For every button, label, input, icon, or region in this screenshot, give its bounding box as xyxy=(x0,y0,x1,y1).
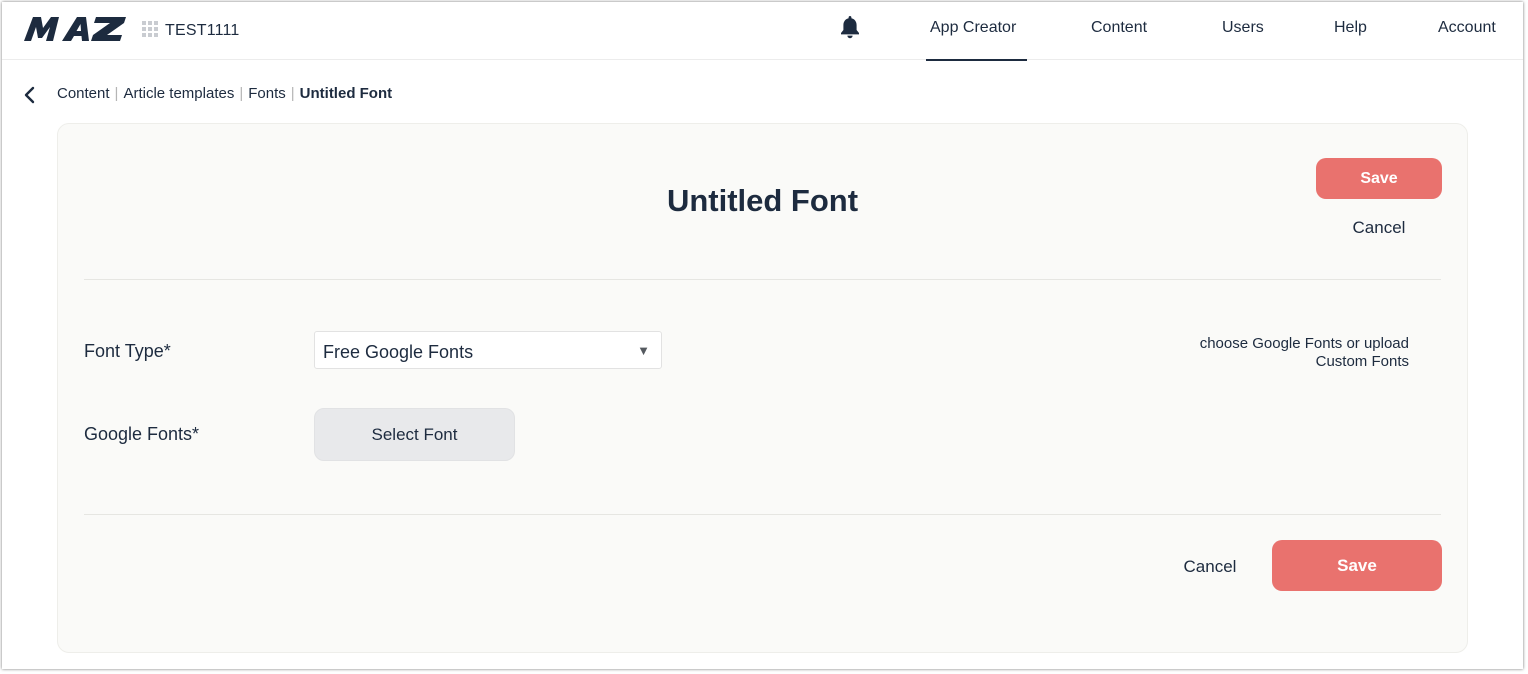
maz-logo[interactable] xyxy=(22,14,128,42)
nav-active-indicator xyxy=(926,59,1027,61)
font-type-label: Font Type* xyxy=(84,341,171,361)
grid-icon[interactable] xyxy=(142,21,158,37)
nav-content[interactable]: Content xyxy=(1091,19,1147,37)
breadcrumb-separator: | xyxy=(290,85,295,102)
save-button-bottom[interactable]: Save xyxy=(1272,540,1442,591)
divider xyxy=(84,514,1441,515)
breadcrumb-separator: | xyxy=(239,85,244,102)
font-editor-card: Untitled Font Save Cancel Font Type* Fre… xyxy=(57,123,1468,653)
breadcrumb-separator: | xyxy=(114,85,119,102)
breadcrumb: Content | Article templates | Fonts | Untitled… xyxy=(57,85,392,102)
select-font-button[interactable]: Select Font xyxy=(314,408,515,461)
dropdown-arrow-icon: ▼ xyxy=(637,343,650,358)
top-navigation-bar: TEST1111 App Creator Content Users Help … xyxy=(2,2,1523,61)
cancel-button-bottom[interactable]: Cancel xyxy=(1158,554,1262,580)
chevron-left-icon[interactable] xyxy=(22,84,38,106)
divider xyxy=(84,279,1441,280)
app-window: TEST1111 App Creator Content Users Help … xyxy=(2,2,1523,669)
font-type-select[interactable]: Free Google Fonts ▼ xyxy=(314,331,662,369)
cancel-button-top[interactable]: Cancel xyxy=(1316,216,1442,240)
nav-help[interactable]: Help xyxy=(1334,19,1367,37)
save-button-top[interactable]: Save xyxy=(1316,158,1442,199)
breadcrumb-article-templates[interactable]: Article templates xyxy=(123,85,234,102)
page-title: Untitled Font xyxy=(666,183,859,218)
breadcrumb-fonts[interactable]: Fonts xyxy=(248,85,286,102)
google-fonts-label: Google Fonts* xyxy=(84,424,200,444)
app-name[interactable]: TEST1111 xyxy=(165,22,240,40)
font-type-hint: choose Google Fonts or upload Custom Fon… xyxy=(1199,335,1409,370)
bell-icon[interactable] xyxy=(838,14,862,40)
nav-account[interactable]: Account xyxy=(1438,19,1496,37)
font-type-selected-value: Free Google Fonts xyxy=(323,342,474,362)
nav-users[interactable]: Users xyxy=(1222,19,1264,37)
nav-app-creator[interactable]: App Creator xyxy=(930,19,1016,37)
breadcrumb-content[interactable]: Content xyxy=(57,85,110,102)
breadcrumb-current: Untitled Font xyxy=(299,85,393,102)
